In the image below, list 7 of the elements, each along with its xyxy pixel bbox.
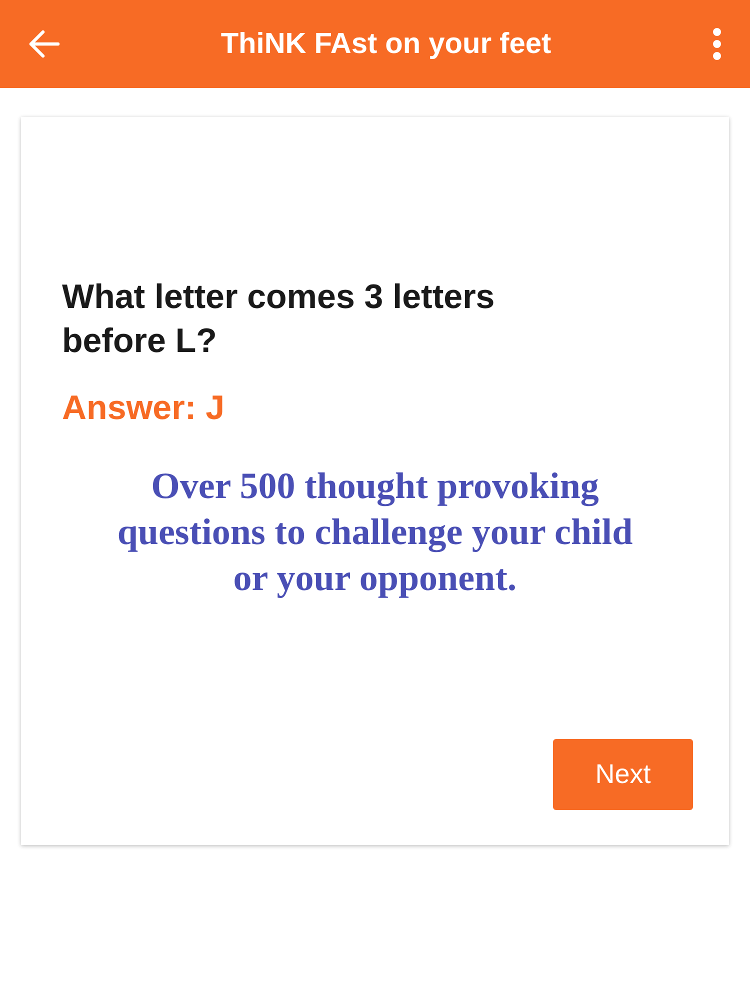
answer-text: Answer: J (62, 389, 226, 428)
back-arrow-icon[interactable] (28, 30, 60, 58)
next-button[interactable]: Next (553, 739, 693, 810)
more-options-icon[interactable] (712, 27, 722, 61)
question-text: What letter comes 3 letters before L? (62, 277, 496, 362)
app-title: ThiNK FAst on your feet (220, 28, 552, 60)
promo-text: Over 500 thought provoking questions to challenge your child or your opponent. (116, 465, 634, 601)
